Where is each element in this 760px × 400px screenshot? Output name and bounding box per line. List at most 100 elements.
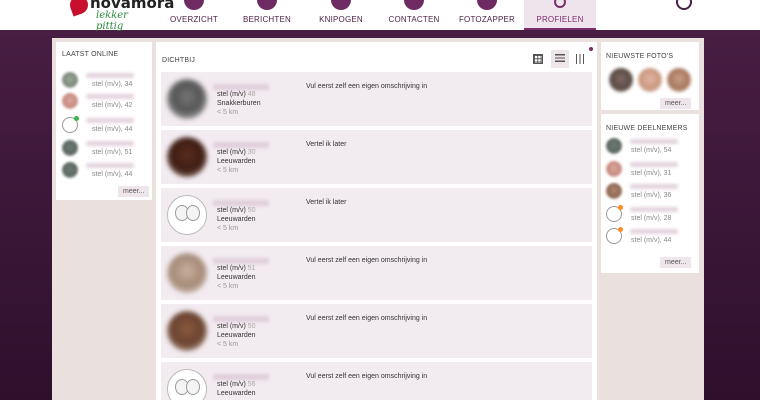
list-item[interactable]: stel (m/v), 42: [62, 93, 150, 113]
novamora-logo[interactable]: novamora lekker pittig: [67, 0, 174, 32]
grid-view-button[interactable]: [529, 50, 547, 68]
notification-dot: [589, 47, 593, 51]
photo-thumbnail[interactable]: [609, 68, 633, 92]
photo-thumbnail[interactable]: [638, 68, 662, 92]
profile-card[interactable]: stel (m/v) 48 Snakkerburen < 5 km Vul ee…: [161, 72, 592, 126]
profile-type-text: stel (m/v): [217, 149, 246, 156]
nav-label: KNIPOGEN: [319, 15, 363, 24]
account-icon[interactable]: [676, 0, 692, 10]
profile-place: Leeuwarden: [217, 274, 256, 281]
wink-icon: [331, 0, 351, 10]
blurred-username: [630, 162, 678, 167]
search-icon: [554, 0, 566, 8]
profile-place: Leeuwarden: [217, 332, 256, 339]
list-item[interactable]: stel (m/v), 51: [62, 140, 150, 160]
member-meta: stel (m/v), 34: [92, 81, 133, 88]
nearby-panel: DICHTBIJ stel (m/v) 48 Snakkerburen < 5 …: [156, 42, 597, 400]
lips-logo-icon: [67, 0, 91, 17]
list-view-icon: [555, 54, 565, 64]
avatar: [62, 162, 78, 178]
profile-type: stel (m/v) 50: [217, 323, 256, 330]
member-meta: stel (m/v), 51: [92, 149, 133, 156]
more-button[interactable]: meer...: [660, 98, 692, 109]
profile-distance: < 5 km: [217, 341, 239, 348]
profile-card[interactable]: stel (m/v) 30 Leeuwarden < 5 km Vertel i…: [161, 130, 592, 184]
member-meta: stel (m/v), 44: [92, 171, 133, 178]
profile-type: stel (m/v) 50: [217, 207, 256, 214]
newest-photos-panel: NIEUWSTE FOTO'S meer...: [601, 42, 699, 110]
blurred-username: [213, 258, 269, 264]
profile-distance: < 5 km: [217, 109, 239, 116]
profile-description: Vul eerst zelf een eigen omschrijving in: [306, 257, 428, 264]
profile-age: 50: [247, 323, 256, 330]
profile-card[interactable]: stel (m/v) 56 Leeuwarden Vul eerst zelf …: [161, 362, 592, 400]
blurred-username: [630, 229, 678, 234]
profile-age: 51: [247, 265, 256, 272]
grid-view-icon: [533, 54, 543, 64]
profile-card[interactable]: stel (m/v) 51 Leeuwarden < 5 km Vul eers…: [161, 246, 592, 300]
profile-distance: < 5 km: [217, 225, 239, 232]
nav-profielen[interactable]: PROFIELEN: [524, 0, 596, 30]
profile-type: stel (m/v) 51: [217, 265, 256, 272]
blurred-username: [213, 84, 269, 90]
list-item[interactable]: stel (m/v), 36: [606, 183, 694, 203]
panel-title: DICHTBIJ: [162, 57, 196, 64]
profile-type-text: stel (m/v): [217, 323, 246, 330]
list-view-button[interactable]: [551, 50, 569, 68]
profile-description: Vul eerst zelf een eigen omschrijving in: [306, 315, 428, 322]
panel-title: NIEUWE DEELNEMERS: [606, 125, 688, 132]
nav-knipogen[interactable]: KNIPOGEN: [304, 0, 378, 30]
list-item[interactable]: stel (m/v), 44: [62, 116, 150, 137]
last-online-panel: LAATST ONLINE stel (m/v), 34 stel (m/v),…: [56, 42, 152, 200]
heart-icon: [477, 0, 497, 10]
blurred-username: [86, 141, 134, 146]
nav-label: BERICHTEN: [242, 15, 292, 24]
member-meta: stel (m/v), 44: [92, 126, 133, 133]
nav-berichten[interactable]: BERICHTEN: [230, 0, 304, 30]
menu-icon: [184, 0, 204, 10]
list-item[interactable]: stel (m/v), 28: [606, 205, 694, 226]
profile-type-text: stel (m/v): [217, 381, 246, 388]
blurred-username: [213, 316, 269, 322]
filter-button[interactable]: [572, 50, 590, 68]
photo-thumbnail[interactable]: [667, 68, 691, 92]
nav-label: PROFIELEN: [536, 15, 584, 24]
blurred-username: [86, 94, 134, 99]
avatar: [62, 93, 78, 109]
profile-place: Snakkerburen: [217, 100, 261, 107]
profile-type: stel (m/v) 56: [217, 381, 256, 388]
profile-type: stel (m/v) 30: [217, 149, 256, 156]
profile-age: 30: [247, 149, 256, 156]
profile-card[interactable]: stel (m/v) 50 Leeuwarden < 5 km Vertel i…: [161, 188, 592, 242]
more-button[interactable]: meer...: [660, 257, 692, 268]
blurred-username: [213, 374, 269, 380]
silhouette-head: [186, 379, 200, 395]
nav-overzicht[interactable]: OVERZICHT: [158, 0, 230, 30]
member-meta: stel (m/v), 42: [92, 102, 133, 109]
people-icon: [404, 0, 424, 10]
list-item[interactable]: stel (m/v), 44: [606, 227, 694, 248]
blurred-username: [630, 139, 678, 144]
profile-card[interactable]: stel (m/v) 50 Leeuwarden < 5 km Vul eers…: [161, 304, 592, 358]
member-meta: stel (m/v), 31: [631, 170, 672, 177]
profile-age: 56: [247, 381, 256, 388]
member-meta: stel (m/v), 28: [631, 215, 672, 222]
list-item[interactable]: stel (m/v), 54: [606, 138, 694, 158]
member-meta: stel (m/v), 36: [631, 192, 672, 199]
chat-bubble-icon: [257, 0, 277, 10]
filter-icon: [576, 54, 586, 64]
list-item[interactable]: stel (m/v), 31: [606, 161, 694, 181]
nav-contacten[interactable]: CONTACTEN: [378, 0, 450, 30]
more-button[interactable]: meer...: [118, 186, 150, 197]
list-item[interactable]: stel (m/v), 34: [62, 72, 150, 92]
panel-title: NIEUWSTE FOTO'S: [606, 53, 674, 60]
blurred-username: [630, 207, 678, 212]
avatar: [167, 137, 207, 177]
nav-fotozapper[interactable]: FOTOZAPPER: [450, 0, 524, 30]
avatar: [606, 161, 622, 177]
list-item[interactable]: stel (m/v), 44: [62, 162, 150, 182]
avatar: [62, 72, 78, 88]
profile-distance: < 5 km: [217, 167, 239, 174]
blurred-username: [213, 142, 269, 148]
new-status-icon: [618, 227, 623, 232]
